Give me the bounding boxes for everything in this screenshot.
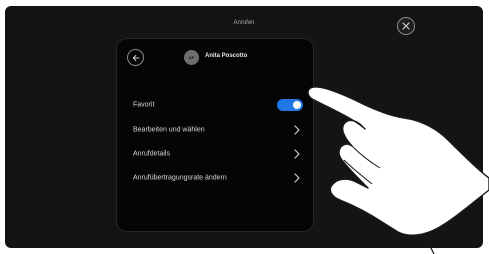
close-icon [402, 22, 410, 30]
setting-label: Bearbeiten und wählen [133, 126, 205, 134]
setting-row-anrufdetails[interactable]: Anrufdetails [117, 143, 313, 165]
chevron-right-icon [294, 149, 300, 159]
toggle-knob [293, 101, 301, 109]
close-button[interactable] [397, 17, 415, 35]
setting-row-anrufuebertragungsrate[interactable]: Anrufübertragungsrate ändern [117, 167, 313, 189]
setting-label: Anrufdetails [133, 150, 170, 158]
touch-panel-screen: Anrufen AP Anita Poscotto Favorit Bearbe… [5, 6, 483, 248]
avatar: AP [184, 50, 199, 65]
back-button[interactable] [127, 49, 144, 66]
setting-label: Favorit [133, 101, 155, 109]
contact-details-panel: AP Anita Poscotto Favorit Bearbeiten und… [117, 39, 313, 231]
favorite-toggle[interactable] [277, 99, 303, 111]
setting-label: Anrufübertragungsrate ändern [133, 174, 227, 182]
chevron-right-icon [294, 125, 300, 135]
back-arrow-icon [132, 54, 139, 61]
chevron-right-icon [294, 173, 300, 183]
contact-name: Anita Poscotto [205, 53, 248, 59]
setting-row-favorit[interactable]: Favorit [117, 94, 313, 116]
setting-row-bearbeiten-und-waehlen[interactable]: Bearbeiten und wählen [117, 119, 313, 141]
